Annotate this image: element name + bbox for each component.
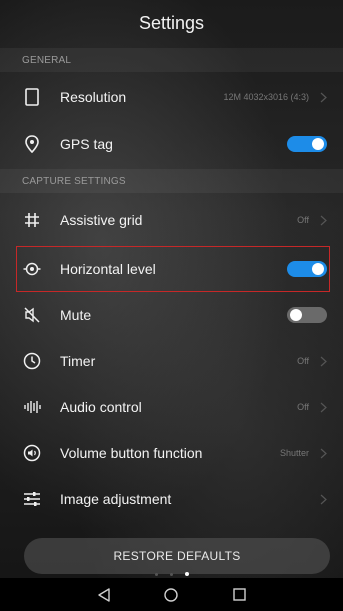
mute-toggle[interactable] bbox=[287, 307, 327, 323]
chevron-right-icon bbox=[317, 493, 329, 505]
setting-resolution[interactable]: Resolution 12M 4032x3016 (4:3) bbox=[0, 74, 343, 120]
system-navigation-bar bbox=[0, 578, 343, 611]
setting-resolution-label: Resolution bbox=[60, 89, 127, 105]
timer-clock-icon bbox=[22, 351, 42, 371]
toggle-knob bbox=[290, 309, 302, 321]
setting-gps-tag[interactable]: GPS tag bbox=[0, 121, 343, 167]
settings-screen: Settings GENERAL Resolution 12M 4032x301… bbox=[0, 0, 343, 611]
setting-audio-control-value: Off bbox=[297, 402, 309, 412]
resolution-frame-icon bbox=[22, 87, 42, 107]
chevron-right-icon bbox=[317, 447, 329, 459]
setting-assistive-grid[interactable]: Assistive grid Off bbox=[0, 197, 343, 243]
setting-image-adjustment[interactable]: Image adjustment bbox=[0, 476, 343, 522]
setting-gps-tag-label: GPS tag bbox=[60, 136, 113, 152]
setting-audio-control-label: Audio control bbox=[60, 399, 142, 415]
sliders-icon bbox=[22, 489, 42, 509]
page-dot bbox=[154, 572, 158, 576]
setting-timer[interactable]: Timer Off bbox=[0, 338, 343, 384]
section-header-general: GENERAL bbox=[0, 48, 343, 72]
setting-volume-button-function-value: Shutter bbox=[279, 448, 309, 458]
chevron-right-icon bbox=[317, 401, 329, 413]
volume-icon bbox=[22, 443, 42, 463]
page-dot-active bbox=[184, 572, 189, 576]
location-pin-icon bbox=[22, 134, 42, 154]
setting-audio-control[interactable]: Audio control Off bbox=[0, 384, 343, 430]
setting-resolution-value: 12M 4032x3016 (4:3) bbox=[223, 92, 309, 102]
section-header-capture: CAPTURE SETTINGS bbox=[0, 169, 343, 193]
page-title: Settings bbox=[138, 12, 205, 33]
setting-mute-label: Mute bbox=[60, 307, 92, 323]
mute-icon bbox=[22, 305, 42, 325]
recents-nav-button[interactable] bbox=[228, 584, 250, 606]
setting-timer-value: Off bbox=[297, 356, 309, 366]
home-circle-icon bbox=[164, 587, 179, 602]
highlight-box bbox=[16, 246, 330, 292]
audio-bars-icon bbox=[22, 397, 42, 417]
setting-volume-button-function-label: Volume button function bbox=[60, 445, 203, 461]
back-nav-button[interactable] bbox=[93, 584, 115, 606]
grid-hash-icon bbox=[22, 210, 42, 230]
page-dot bbox=[169, 572, 173, 576]
setting-assistive-grid-label: Assistive grid bbox=[60, 212, 143, 228]
setting-timer-label: Timer bbox=[60, 353, 96, 369]
gps-tag-toggle[interactable] bbox=[287, 136, 327, 152]
setting-assistive-grid-value: Off bbox=[297, 215, 309, 225]
setting-volume-button-function[interactable]: Volume button function Shutter bbox=[0, 430, 343, 476]
setting-image-adjustment-label: Image adjustment bbox=[60, 491, 172, 507]
toggle-knob bbox=[312, 138, 324, 150]
recents-square-icon bbox=[232, 588, 246, 601]
setting-mute[interactable]: Mute bbox=[0, 292, 343, 338]
chevron-right-icon bbox=[317, 91, 329, 103]
chevron-right-icon bbox=[317, 355, 329, 367]
home-nav-button[interactable] bbox=[160, 584, 182, 606]
chevron-right-icon bbox=[317, 214, 329, 226]
back-triangle-icon bbox=[98, 587, 110, 602]
